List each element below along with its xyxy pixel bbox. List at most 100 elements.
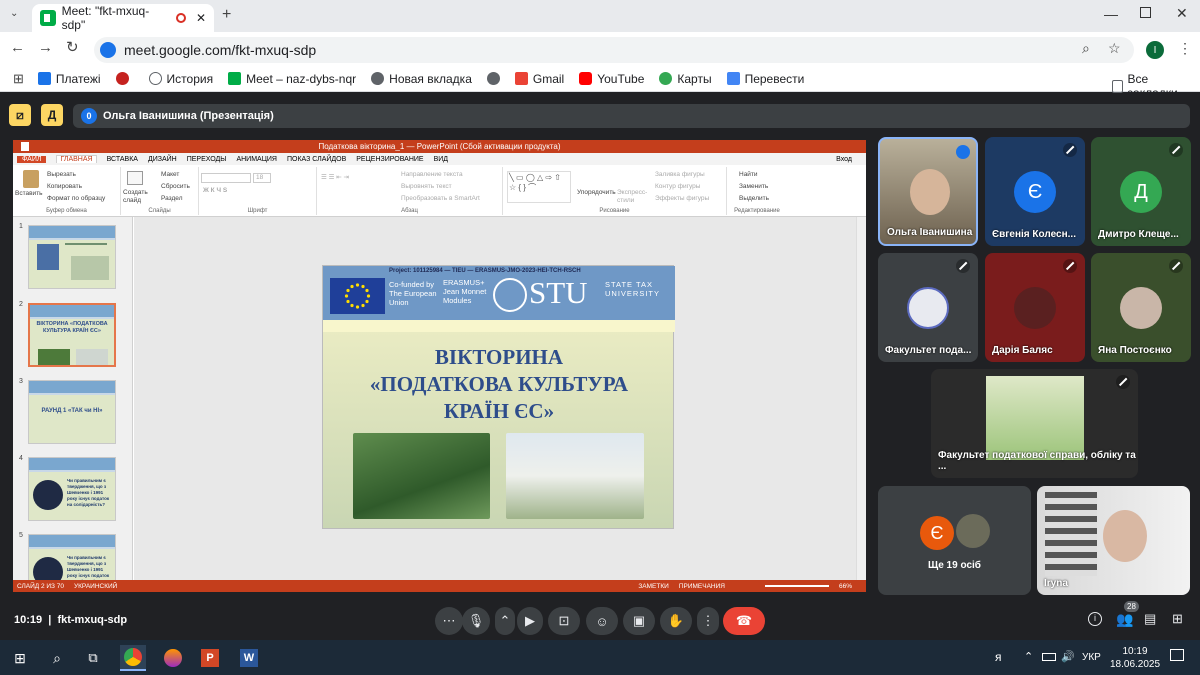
volume-icon[interactable]: 🔊 <box>1061 650 1075 663</box>
firefox-taskbar-icon[interactable] <box>160 645 186 671</box>
paste-button[interactable]: Вставить <box>15 190 43 197</box>
more-effects-icon[interactable]: ⋯ <box>435 607 463 635</box>
bookmark-star-icon[interactable]: ☆ <box>1108 40 1121 57</box>
captions-icon[interactable]: ▣ <box>623 607 655 635</box>
slide-thumbnail[interactable]: РАУНД 1 «ТАК чи НІ» <box>28 380 116 444</box>
notifications-icon[interactable] <box>1170 649 1184 661</box>
profile-avatar[interactable]: I <box>1146 41 1164 59</box>
back-icon[interactable]: ← <box>10 39 25 56</box>
comments-button[interactable]: ПРИМЕЧАНИЯ <box>679 583 725 590</box>
participant-tile[interactable]: Д Дмитро Клеще... <box>1091 137 1191 246</box>
chrome-menu-icon[interactable]: ⋮ <box>1178 40 1192 57</box>
people-tray-icon[interactable]: ᴙ <box>995 650 1002 664</box>
slide-thumbnails-pane[interactable]: 1 2 ВІКТОРИНА «ПОДАТКОВА КУЛЬТУРА КРАЇН … <box>13 217 133 592</box>
shared-screen-tile[interactable]: Факультет податкової справи, обліку та .… <box>931 369 1138 478</box>
shape-effects-button[interactable]: Эффекты фигуры <box>655 195 709 202</box>
language-indicator[interactable]: УКР <box>1082 652 1101 663</box>
chat-icon[interactable]: ▤ <box>1144 611 1156 627</box>
smartart-button[interactable]: Преобразовать в SmartArt <box>401 195 480 202</box>
chevron-up-icon[interactable]: ⌃ <box>495 607 515 635</box>
meeting-details-icon[interactable]: i <box>1088 612 1102 626</box>
address-bar[interactable]: meet.google.com/fkt-mxuq-sdp ⌕ ☆ <box>94 37 1134 63</box>
raise-hand-icon[interactable]: ✋ <box>660 607 692 635</box>
ppt-tab-transitions[interactable]: ПЕРЕХОДЫ <box>187 156 227 163</box>
stop-presenting-icon[interactable]: ⧄ <box>9 104 31 126</box>
font-family-select[interactable] <box>201 173 251 183</box>
ppt-tab-insert[interactable]: ВСТАВКА <box>107 156 138 163</box>
quick-styles-button[interactable]: Экспресс-стили <box>617 189 655 205</box>
bookmark-item[interactable]: Перевести <box>726 72 804 86</box>
bookmark-item[interactable]: Новая вкладка <box>371 72 472 86</box>
minimize-icon[interactable]: — <box>1104 6 1118 22</box>
ppt-tab-file[interactable]: ФАЙЛ <box>17 155 47 163</box>
zoom-search-icon[interactable]: ⌕ <box>1082 40 1090 57</box>
window-close-icon[interactable]: ✕ <box>1176 5 1188 22</box>
participant-tile[interactable]: Є Євгенія Колесн... <box>985 137 1085 246</box>
vertical-scrollbar[interactable] <box>856 217 866 580</box>
find-button[interactable]: Найти <box>739 171 758 178</box>
reset-button[interactable]: Сбросить <box>161 183 190 190</box>
tray-chevron-icon[interactable]: ⌃ <box>1024 650 1033 663</box>
new-tab-icon[interactable]: + <box>222 6 231 24</box>
present-screen-icon[interactable]: ⊡ <box>548 607 580 635</box>
activities-icon[interactable]: ⊞ <box>1172 611 1183 627</box>
shapes-gallery[interactable]: ╲ ▭ ◯ △ ⇨ ⇧ ☆ { } ⌒ <box>507 171 571 203</box>
cut-button[interactable]: Вырезать <box>47 171 76 178</box>
leave-call-icon[interactable]: ☎ <box>723 607 765 635</box>
ppt-login[interactable]: Вход <box>836 156 852 163</box>
ppt-tab-slideshow[interactable]: ПОКАЗ СЛАЙДОВ <box>287 156 346 163</box>
bookmark-item[interactable]: YouTube <box>579 72 644 86</box>
ppt-tab-animation[interactable]: АНИМАЦИЯ <box>236 156 277 163</box>
paste-icon[interactable] <box>23 170 39 188</box>
bold-italic-underline-icons[interactable]: Ж К Ч S <box>203 187 227 194</box>
apps-grid-icon[interactable]: ⊞ <box>13 71 24 87</box>
others-tile[interactable]: Є Ще 19 осіб <box>878 486 1031 595</box>
participant-tile[interactable]: Факультет пода... <box>878 253 978 362</box>
people-icon[interactable]: 👥 <box>1116 611 1133 628</box>
bookmark-item[interactable]: Meet – naz-dybs-nqr <box>228 72 356 86</box>
microphone-icon[interactable]: 🎙 <box>462 607 490 635</box>
search-icon[interactable]: ⌕ <box>44 645 70 671</box>
bookmark-item[interactable]: Gmail <box>514 72 564 86</box>
slide-thumbnail-selected[interactable]: ВІКТОРИНА «ПОДАТКОВА КУЛЬТУРА КРАЇН ЄС» <box>28 303 116 367</box>
arrange-button[interactable]: Упорядочить <box>577 189 617 197</box>
emoji-icon[interactable]: ☺ <box>586 607 618 635</box>
tab-search-icon[interactable]: ⌄ <box>10 8 18 19</box>
list-icons[interactable]: ☰ ☰ ⇤ ⇥ <box>321 173 349 181</box>
ppt-tab-home[interactable]: ГЛАВНАЯ <box>56 155 97 163</box>
camera-icon[interactable]: ▶ <box>517 607 543 635</box>
new-slide-button[interactable]: Создать слайд <box>123 189 151 205</box>
replace-button[interactable]: Заменить <box>739 183 768 190</box>
align-text-button[interactable]: Выровнять текст <box>401 183 452 190</box>
reload-icon[interactable]: ↻ <box>66 38 79 56</box>
layout-button[interactable]: Макет <box>161 171 179 178</box>
participant-tile[interactable]: Ольга Іванишина <box>878 137 978 246</box>
battery-icon[interactable] <box>1042 653 1056 661</box>
section-button[interactable]: Раздел <box>161 195 182 202</box>
new-slide-icon[interactable] <box>127 171 143 185</box>
bookmark-item[interactable] <box>115 72 134 85</box>
chrome-taskbar-icon[interactable] <box>120 645 146 671</box>
ppt-tab-review[interactable]: РЕЦЕНЗИРОВАНИЕ <box>356 156 423 163</box>
bookmark-item[interactable]: Карты <box>659 72 712 86</box>
copy-button[interactable]: Копировать <box>47 183 82 190</box>
ppt-tab-view[interactable]: ВИД <box>434 156 448 163</box>
windows-start-icon[interactable]: ⊞ <box>7 645 33 671</box>
browser-tab-meet[interactable]: Meet: "fkt-mxuq-sdp" ✕ <box>32 4 214 32</box>
current-slide[interactable]: Project: 101125984 — TIEU — ERASMUS-JMO-… <box>322 265 675 529</box>
powerpoint-taskbar-icon[interactable]: P <box>197 645 223 671</box>
format-painter-button[interactable]: Формат по образцу <box>47 195 105 202</box>
taskbar-clock[interactable]: 10:19 18.06.2025 <box>1110 645 1160 671</box>
task-view-icon[interactable]: ⧉ <box>80 645 106 671</box>
word-taskbar-icon[interactable]: W <box>236 645 262 671</box>
select-button[interactable]: Выделить <box>739 195 769 202</box>
forward-icon[interactable]: → <box>38 39 53 56</box>
bookmark-item[interactable] <box>486 72 500 85</box>
shape-outline-button[interactable]: Контур фигуры <box>655 183 700 190</box>
bookmark-item[interactable]: История <box>148 72 213 86</box>
shape-fill-button[interactable]: Заливка фигуры <box>655 171 705 178</box>
slide-thumbnail[interactable]: Чи правильним є твердження, що з Шевченк… <box>28 457 116 521</box>
site-info-icon[interactable] <box>100 42 116 58</box>
presenter-badge[interactable]: Д <box>41 104 63 126</box>
slide-thumbnail[interactable] <box>28 225 116 289</box>
